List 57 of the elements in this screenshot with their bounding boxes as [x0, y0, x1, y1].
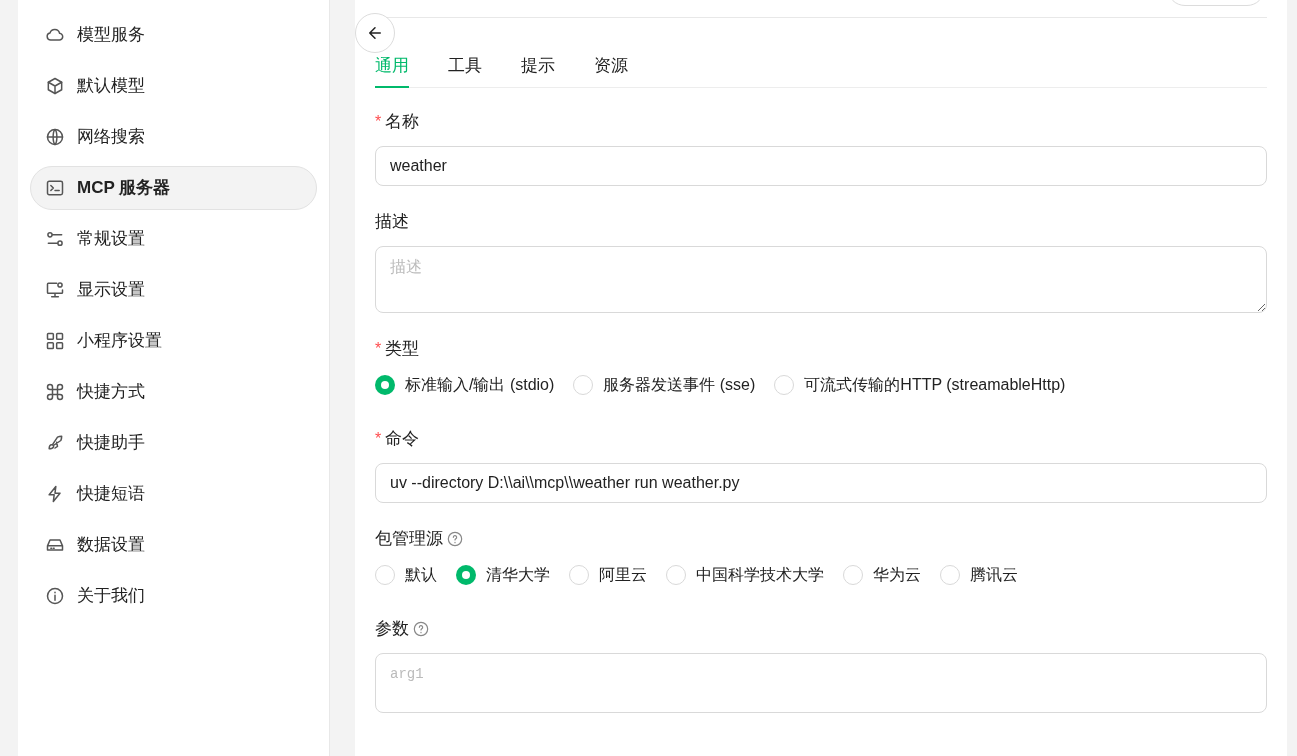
sidebar-item[interactable]: 快捷助手	[30, 421, 317, 465]
monitor-gear-icon	[45, 280, 65, 300]
radio-button[interactable]	[375, 565, 395, 585]
field-label: 命令	[385, 428, 420, 451]
radio-option[interactable]: 中国科学技术大学	[666, 563, 824, 587]
sidebar-item[interactable]: 小程序设置	[30, 319, 317, 363]
field-label: 描述	[375, 211, 409, 234]
sidebar-item[interactable]: MCP 服务器	[30, 166, 317, 210]
radio-button[interactable]	[375, 375, 395, 395]
radio-option[interactable]: 可流式传输的HTTP (streamableHttp)	[774, 373, 1066, 397]
radio-button[interactable]	[456, 565, 476, 585]
back-button[interactable]	[355, 13, 395, 53]
back-arrow-icon	[366, 24, 384, 42]
required-mark: *	[375, 429, 382, 449]
field-label: 名称	[385, 111, 420, 134]
radio-option[interactable]: 默认	[375, 563, 437, 587]
radio-button[interactable]	[843, 565, 863, 585]
globe-icon	[45, 127, 65, 147]
sidebar-item[interactable]: 常规设置	[30, 217, 317, 261]
radio-button[interactable]	[774, 375, 795, 395]
required-mark: *	[375, 339, 382, 359]
field-label: 类型	[385, 338, 420, 361]
sidebar-item[interactable]: 模型服务	[30, 13, 317, 57]
radio-option[interactable]: 阿里云	[569, 563, 647, 587]
grid-icon	[45, 331, 65, 351]
radio-button[interactable]	[573, 375, 594, 395]
radio-button[interactable]	[940, 565, 960, 585]
sidebar-item[interactable]: 关于我们	[30, 574, 317, 618]
sidebar-item[interactable]: 快捷方式	[30, 370, 317, 414]
command-key-icon	[45, 382, 65, 402]
radio-button[interactable]	[569, 565, 589, 585]
text-field[interactable]: uv --directory D:\\ai\\mcp\\weather run weather.py	[375, 463, 1267, 503]
info-icon	[45, 586, 65, 606]
radio-option[interactable]: 华为云	[843, 563, 921, 587]
radio-option[interactable]: 清华大学	[456, 563, 550, 587]
sliders-icon	[45, 229, 65, 249]
sidebar-item[interactable]: 网络搜索	[30, 115, 317, 159]
terminal-icon	[45, 178, 65, 198]
radio-option[interactable]: 腾讯云	[940, 563, 1018, 587]
rocket-icon	[45, 433, 65, 453]
required-mark: *	[375, 112, 382, 132]
description-field[interactable]: 描述	[375, 246, 1267, 313]
text-field[interactable]: weather	[375, 146, 1267, 186]
radio-option[interactable]: 标准输入/输出 (stdio)	[375, 373, 555, 397]
sidebar-item[interactable]: 显示设置	[30, 268, 317, 312]
tab[interactable]: 资源	[594, 54, 628, 88]
sidebar-item[interactable]: 快捷短语	[30, 472, 317, 516]
radio-option[interactable]: 服务器发送事件 (sse)	[573, 373, 756, 397]
tab[interactable]: 工具	[448, 54, 482, 88]
tab[interactable]: 提示	[521, 54, 555, 88]
field-label: 参数	[375, 618, 409, 641]
sidebar-item[interactable]: 数据设置	[30, 523, 317, 567]
cube-icon	[45, 76, 65, 96]
sidebar-item[interactable]: 默认模型	[30, 64, 317, 108]
radio-button[interactable]	[666, 565, 686, 585]
field-label: 包管理源	[375, 528, 443, 551]
args-field[interactable]: arg1	[375, 653, 1267, 713]
